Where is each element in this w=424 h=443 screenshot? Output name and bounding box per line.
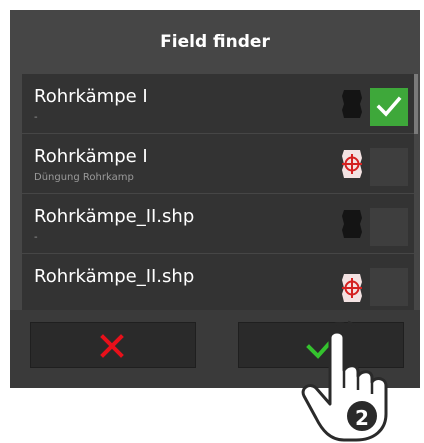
list-item[interactable]: Rohrkämpe I Düngung Rohrkamp xyxy=(22,134,414,193)
select-checkbox[interactable] xyxy=(370,268,408,306)
check-icon xyxy=(376,96,402,117)
step-badge: 2 xyxy=(355,406,369,430)
application-map-icon xyxy=(342,274,362,302)
list-item-title: Rohrkämpe_II.shp xyxy=(34,266,195,287)
list-scrollbar[interactable] xyxy=(414,74,418,134)
list-item-title: Rohrkämpe I xyxy=(34,86,148,107)
application-map-icon xyxy=(342,150,362,178)
field-list: Rohrkämpe I - Rohrkämpe I Düngung Rohrka… xyxy=(22,74,414,310)
field-boundary-icon xyxy=(342,210,362,238)
field-boundary-icon xyxy=(342,90,362,118)
list-item-title: Rohrkämpe I xyxy=(34,146,148,167)
list-item-subtitle: - xyxy=(34,232,38,243)
select-checkbox[interactable] xyxy=(370,148,408,186)
list-item-subtitle: - xyxy=(34,112,38,123)
list-item[interactable]: Rohrkämpe I - xyxy=(22,74,414,133)
select-checkbox[interactable] xyxy=(370,88,408,126)
list-item[interactable]: Rohrkämpe_II.shp xyxy=(22,254,414,310)
select-checkbox[interactable] xyxy=(370,208,408,246)
cancel-x-icon xyxy=(100,334,124,358)
dialog-title: Field finder xyxy=(160,32,270,52)
list-item[interactable]: Rohrkämpe_II.shp - xyxy=(22,194,414,253)
list-item-title: Rohrkämpe_II.shp xyxy=(34,206,195,227)
list-item-subtitle: Düngung Rohrkamp xyxy=(34,172,134,183)
cancel-button[interactable] xyxy=(30,322,196,368)
